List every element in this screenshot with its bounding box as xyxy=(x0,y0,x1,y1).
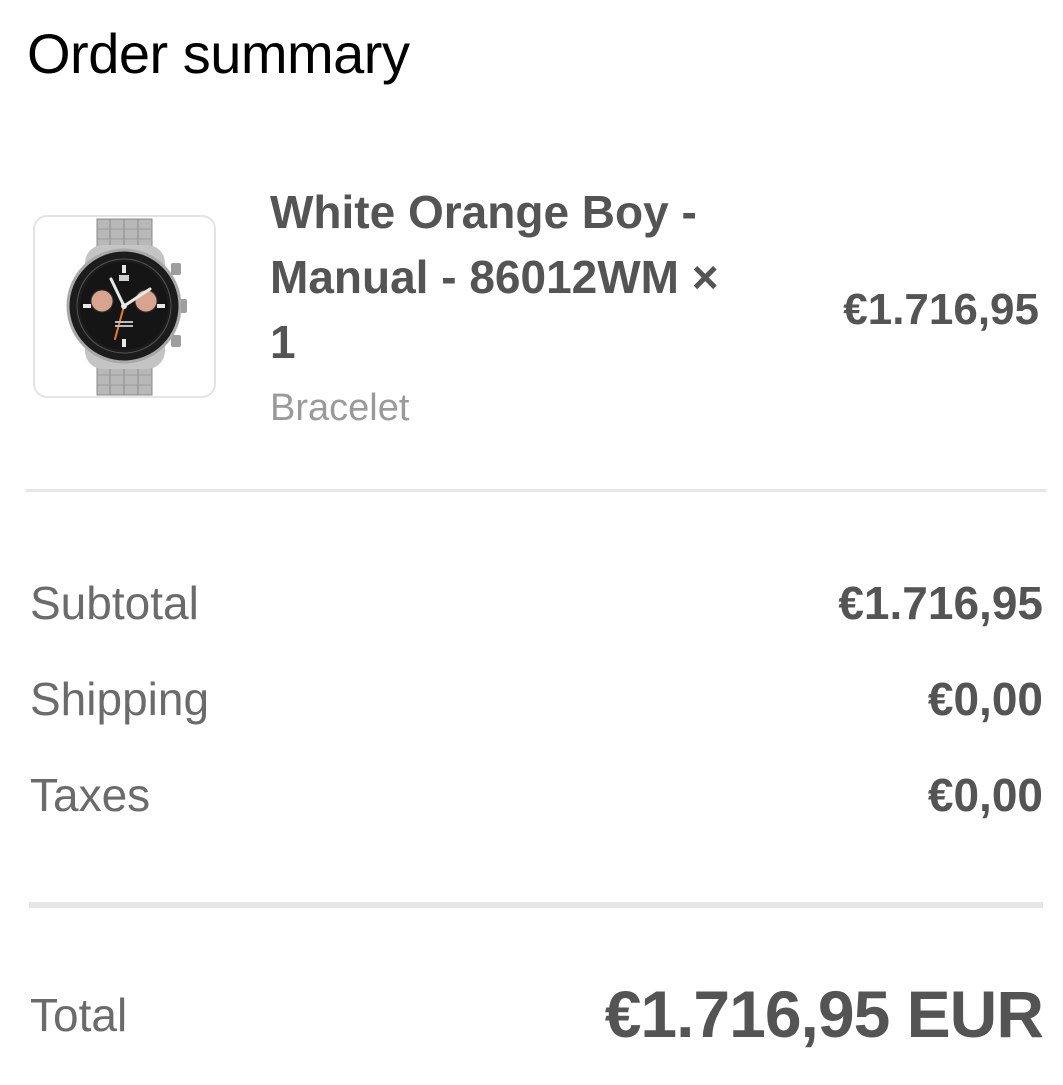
page-title: Order summary xyxy=(27,22,410,85)
taxes-value: €0,00 xyxy=(927,769,1043,821)
line-item-details: White Orange Boy - Manual - 86012WM × 1 … xyxy=(270,180,740,433)
subtotal-label: Subtotal xyxy=(30,577,199,629)
line-item-price: €1.716,95 xyxy=(843,285,1039,334)
total-label: Total xyxy=(30,989,128,1041)
watch-image xyxy=(66,218,187,396)
line-item: White Orange Boy - Manual - 86012WM × 1 … xyxy=(0,180,1063,440)
subtotal-value: €1.716,95 xyxy=(838,577,1043,629)
taxes-label: Taxes xyxy=(30,769,151,821)
product-variant: Bracelet xyxy=(270,387,410,429)
product-thumbnail xyxy=(33,215,216,398)
total-divider xyxy=(29,902,1043,908)
taxes-row: Taxes €0,00 xyxy=(30,765,1043,825)
total-value: €1.716,95 EUR xyxy=(604,977,1044,1051)
shipping-row: Shipping €0,00 xyxy=(30,669,1043,729)
shipping-value: €0,00 xyxy=(927,673,1043,725)
divider xyxy=(26,489,1046,492)
subtotal-row: Subtotal €1.716,95 xyxy=(30,573,1043,633)
product-title: White Orange Boy - Manual - 86012WM × 1 xyxy=(270,186,719,368)
shipping-label: Shipping xyxy=(30,673,210,725)
